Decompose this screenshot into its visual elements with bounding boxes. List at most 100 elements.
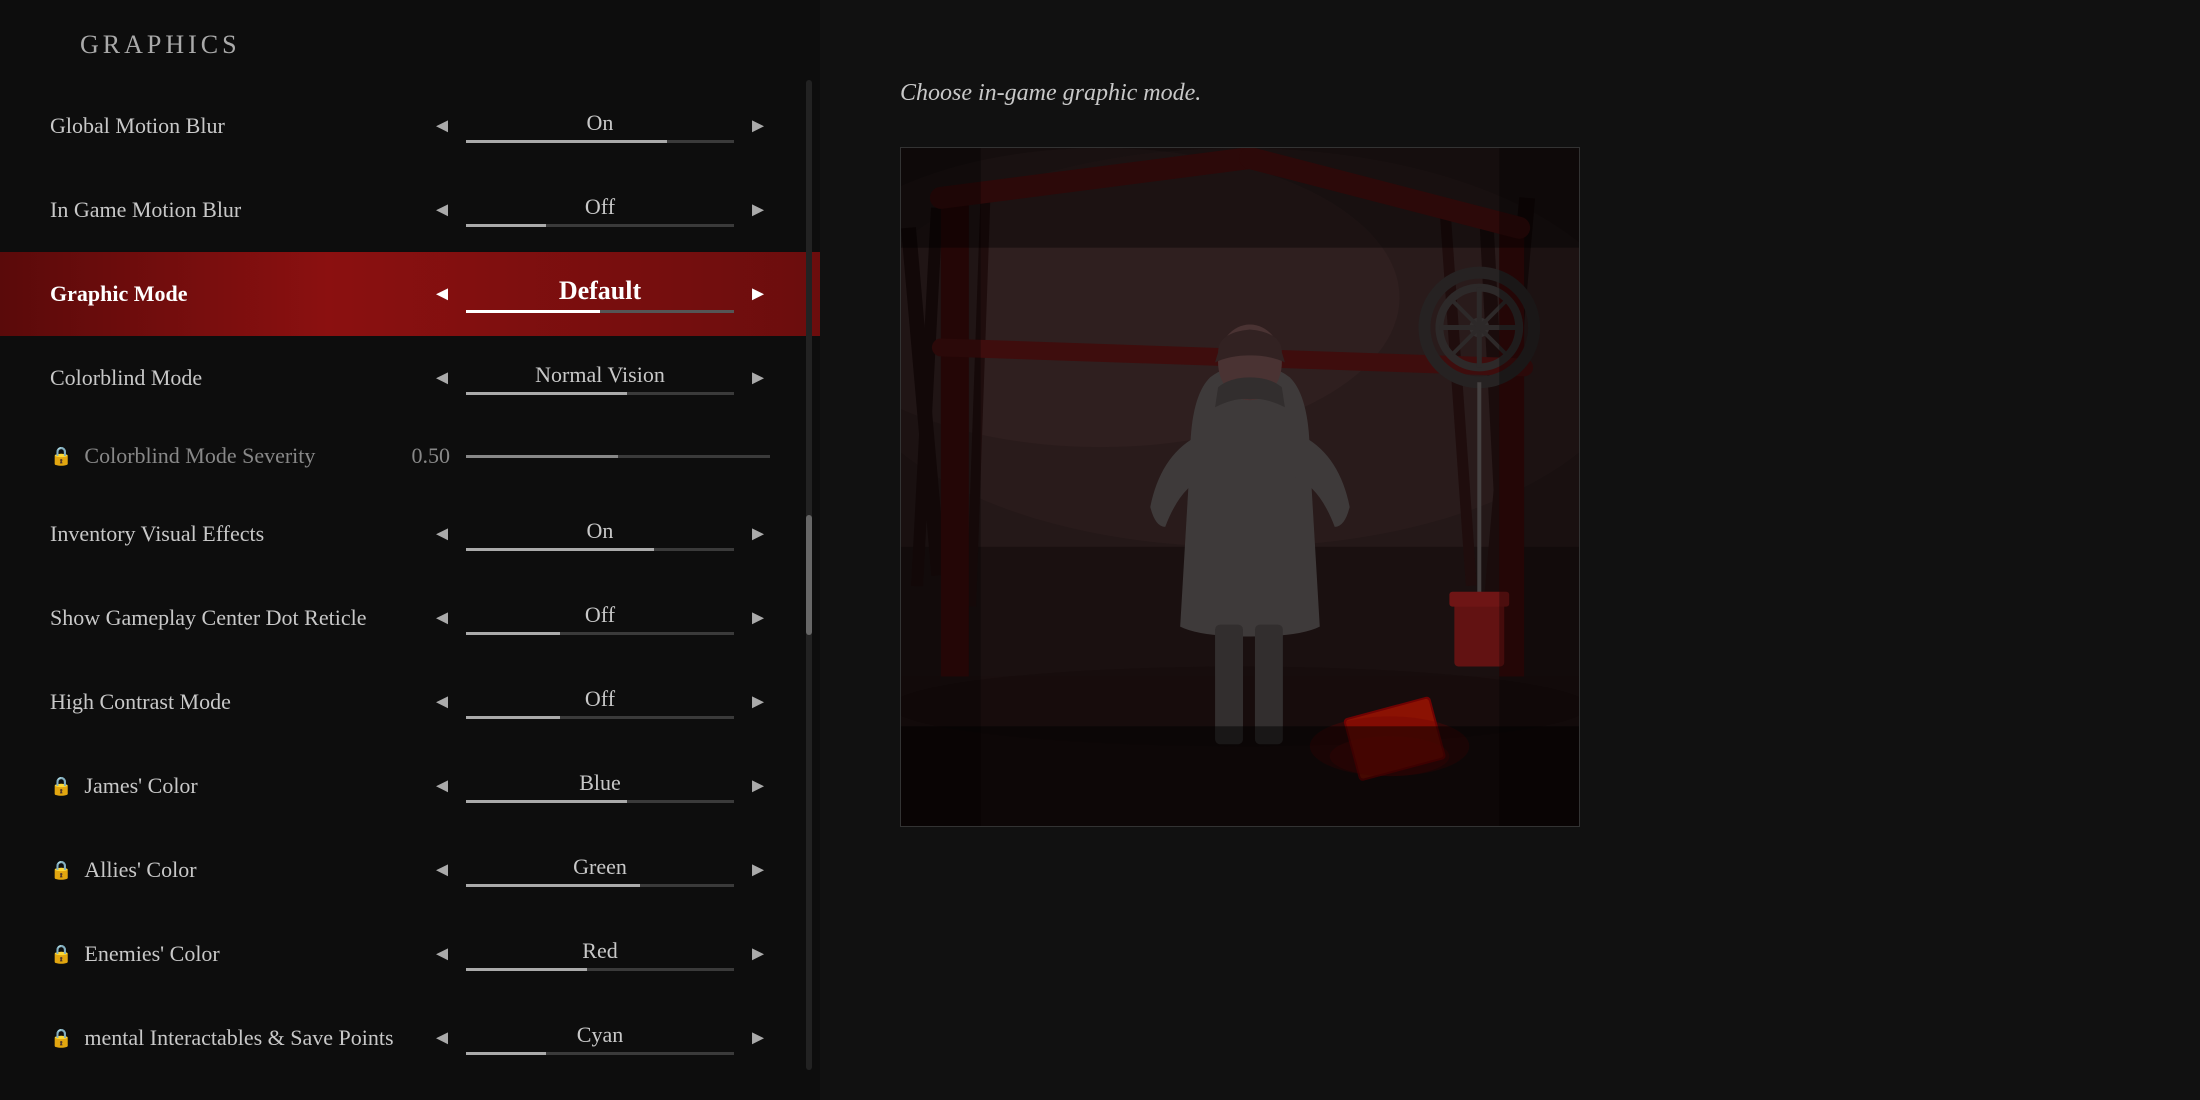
arrow-left-btn[interactable]: ◄ — [430, 523, 454, 546]
arrow-left-btn[interactable]: ◄ — [430, 1027, 454, 1050]
setting-row-in-game-motion-blur[interactable]: In Game Motion Blur ◄ Off ► — [0, 168, 820, 252]
slider-bar — [466, 224, 734, 227]
setting-control: ◄ Off ► — [430, 686, 770, 719]
arrow-right-btn[interactable]: ► — [746, 775, 770, 798]
lock-icon: 🔒 — [50, 1028, 72, 1049]
lock-icon: 🔒 — [50, 860, 72, 881]
value-text: Red — [466, 938, 734, 964]
settings-panel: GRAPHICS Global Motion Blur ◄ On ► In Ga… — [0, 0, 820, 1100]
arrow-right-btn[interactable]: ► — [746, 607, 770, 630]
value-text: On — [466, 110, 734, 136]
arrow-left-btn[interactable]: ◄ — [430, 943, 454, 966]
slider-fill — [466, 632, 560, 635]
arrow-left-btn[interactable]: ◄ — [430, 859, 454, 882]
arrow-left-btn[interactable]: ◄ — [430, 115, 454, 138]
value-text: Off — [466, 686, 734, 712]
value-display: Default — [466, 276, 734, 313]
value-text: Off — [466, 194, 734, 220]
arrow-left-btn[interactable]: ◄ — [430, 283, 454, 306]
value-display: Off — [466, 194, 734, 227]
setting-row-environment-color[interactable]: 🔒 Environment Color ◄ On ► — [0, 1080, 820, 1100]
slider-fill — [466, 800, 627, 803]
value-text: Default — [466, 276, 734, 306]
setting-row-colorblind-severity: 🔒 Colorblind Mode Severity 0.50 — [0, 420, 820, 492]
slider-bar — [466, 716, 734, 719]
setting-row-graphic-mode[interactable]: Graphic Mode ◄ Default ► — [0, 252, 820, 336]
slider-fill — [466, 548, 654, 551]
setting-label: Global Motion Blur — [50, 113, 430, 139]
arrow-left-btn[interactable]: ◄ — [430, 607, 454, 630]
lock-icon: 🔒 — [50, 446, 72, 467]
setting-row-james-color[interactable]: 🔒 James' Color ◄ Blue ► — [0, 744, 820, 828]
value-display: On — [466, 110, 734, 143]
slider-bar — [466, 1052, 734, 1055]
value-display: Normal Vision — [466, 362, 734, 395]
setting-label: 🔒 Enemies' Color — [50, 941, 430, 967]
severity-value: 0.50 — [390, 443, 450, 469]
setting-control: ◄ Blue ► — [430, 770, 770, 803]
slider-fill — [466, 716, 560, 719]
arrow-left-btn[interactable]: ◄ — [430, 199, 454, 222]
value-text: Off — [466, 602, 734, 628]
slider-fill — [466, 140, 667, 143]
slider-bar — [466, 884, 734, 887]
slider-fill — [466, 310, 600, 313]
scrollbar[interactable] — [806, 80, 812, 1070]
slider-bar — [466, 548, 734, 551]
setting-label: Inventory Visual Effects — [50, 521, 430, 547]
arrow-right-btn[interactable]: ► — [746, 1027, 770, 1050]
slider-fill — [466, 884, 640, 887]
setting-control: ◄ Off ► — [430, 602, 770, 635]
setting-label: 🔒 James' Color — [50, 773, 430, 799]
value-display: Red — [466, 938, 734, 971]
setting-row-enemies-color[interactable]: 🔒 Enemies' Color ◄ Red ► — [0, 912, 820, 996]
section-title: GRAPHICS — [0, 30, 820, 84]
setting-control: ◄ On ► — [430, 518, 770, 551]
setting-control: ◄ Default ► — [430, 276, 770, 313]
severity-slider-container — [466, 455, 770, 458]
arrow-right-btn[interactable]: ► — [746, 367, 770, 390]
arrow-right-btn[interactable]: ► — [746, 691, 770, 714]
arrow-left-btn[interactable]: ◄ — [430, 775, 454, 798]
preview-image — [900, 147, 1580, 827]
slider-bar — [466, 632, 734, 635]
arrow-left-btn[interactable]: ◄ — [430, 691, 454, 714]
lock-icon: 🔒 — [50, 944, 72, 965]
severity-slider-bar — [466, 455, 770, 458]
setting-row-show-gameplay-center-dot-reticle[interactable]: Show Gameplay Center Dot Reticle ◄ Off ► — [0, 576, 820, 660]
setting-row-mental-interactables[interactable]: 🔒 mental Interactables & Save Points ◄ C… — [0, 996, 820, 1080]
value-display: Green — [466, 854, 734, 887]
value-text: On — [466, 518, 734, 544]
setting-control: ◄ Red ► — [430, 938, 770, 971]
arrow-right-btn[interactable]: ► — [746, 115, 770, 138]
setting-control: ◄ Normal Vision ► — [430, 362, 770, 395]
arrow-right-btn[interactable]: ► — [746, 859, 770, 882]
lock-icon: 🔒 — [50, 776, 72, 797]
severity-label: 🔒 Colorblind Mode Severity — [50, 443, 390, 469]
setting-label: High Contrast Mode — [50, 689, 430, 715]
value-display: Off — [466, 602, 734, 635]
setting-row-allies-color[interactable]: 🔒 Allies' Color ◄ Green ► — [0, 828, 820, 912]
arrow-right-btn[interactable]: ► — [746, 943, 770, 966]
description-text: Choose in-game graphic mode. — [900, 80, 1201, 107]
setting-row-colorblind-mode[interactable]: Colorblind Mode ◄ Normal Vision ► — [0, 336, 820, 420]
value-text: Green — [466, 854, 734, 880]
setting-label: Colorblind Mode — [50, 365, 430, 391]
slider-bar — [466, 140, 734, 143]
setting-control: ◄ Off ► — [430, 194, 770, 227]
setting-row-global-motion-blur[interactable]: Global Motion Blur ◄ On ► — [0, 84, 820, 168]
setting-label: In Game Motion Blur — [50, 197, 430, 223]
value-display: Off — [466, 686, 734, 719]
arrow-left-btn[interactable]: ◄ — [430, 367, 454, 390]
setting-label: 🔒 Allies' Color — [50, 857, 430, 883]
arrow-right-btn[interactable]: ► — [746, 523, 770, 546]
slider-fill — [466, 968, 587, 971]
slider-fill — [466, 1052, 546, 1055]
arrow-right-btn[interactable]: ► — [746, 199, 770, 222]
setting-row-high-contrast-mode[interactable]: High Contrast Mode ◄ Off ► — [0, 660, 820, 744]
slider-bar — [466, 968, 734, 971]
slider-fill — [466, 392, 627, 395]
setting-row-inventory-visual-effects[interactable]: Inventory Visual Effects ◄ On ► — [0, 492, 820, 576]
right-panel: Choose in-game graphic mode. — [820, 0, 2200, 1100]
arrow-right-btn[interactable]: ► — [746, 283, 770, 306]
